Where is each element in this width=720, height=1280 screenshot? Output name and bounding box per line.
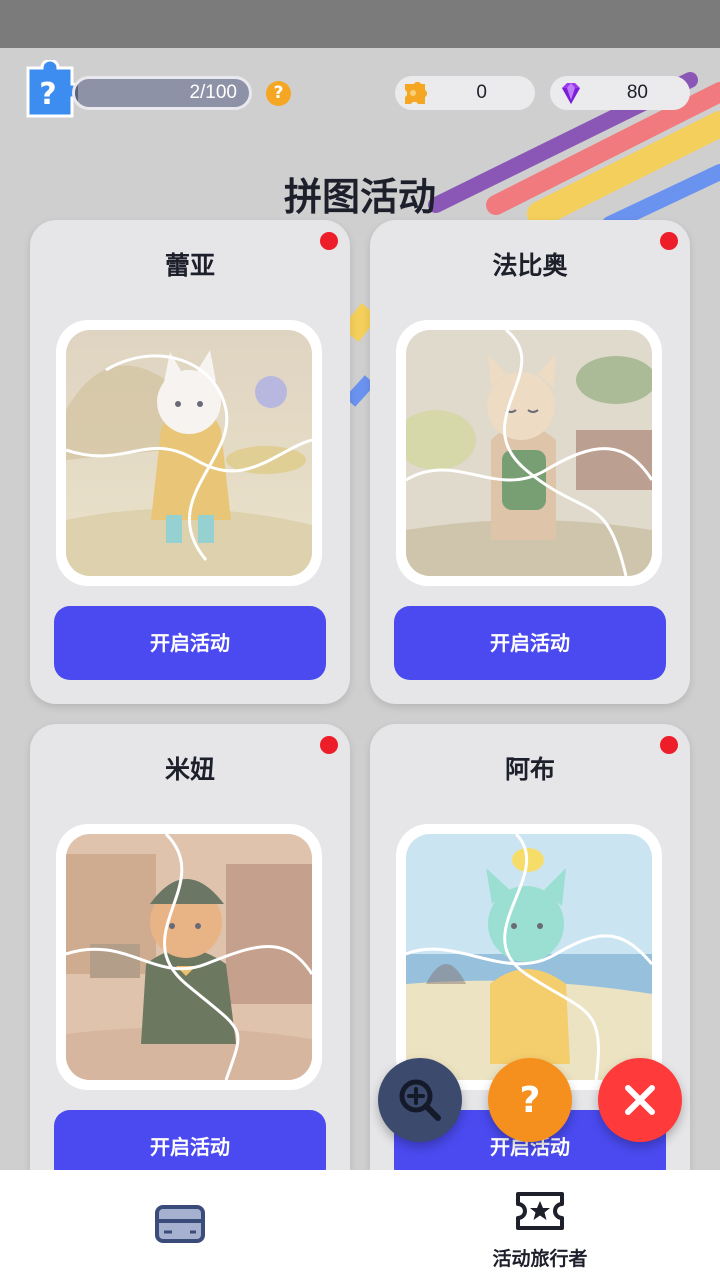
zoom-button[interactable] bbox=[378, 1058, 462, 1142]
progress-fill bbox=[75, 79, 79, 107]
help-button[interactable]: ? bbox=[488, 1058, 572, 1142]
zoom-in-icon bbox=[399, 1079, 441, 1121]
event-card[interactable]: 米妞 开启活动 bbox=[30, 724, 350, 1208]
card-title: 蕾亚 bbox=[164, 251, 215, 280]
close-button[interactable] bbox=[598, 1058, 682, 1142]
puzzle-image-frame bbox=[396, 824, 662, 1090]
progress-text: 2/100 bbox=[189, 82, 237, 103]
gems-counter: 80 bbox=[550, 76, 690, 110]
puzzle-pieces-counter: 0 bbox=[395, 76, 535, 110]
card-title: 米妞 bbox=[164, 755, 215, 784]
puzzle-help-icon[interactable]: ? bbox=[22, 58, 81, 122]
svg-text:?: ? bbox=[520, 1080, 541, 1121]
puzzle-image bbox=[66, 834, 312, 1080]
progress-help-icon[interactable]: ? bbox=[266, 81, 291, 106]
puzzle-image-frame bbox=[56, 320, 322, 586]
start-event-button[interactable]: 开启活动 bbox=[394, 606, 666, 680]
nav-item-travelers[interactable]: 活动旅行者 bbox=[360, 1170, 720, 1280]
puzzle-progress-bar: 2/100 bbox=[72, 76, 252, 110]
help-icon: ? bbox=[520, 1080, 541, 1121]
page-title: 拼图活动 bbox=[283, 175, 436, 219]
diamond-icon bbox=[562, 83, 580, 104]
event-card[interactable]: 蕾亚 开启活动 bbox=[30, 220, 350, 704]
puzzle-image bbox=[66, 330, 312, 576]
gems-value: 80 bbox=[626, 82, 648, 103]
puzzle-image bbox=[406, 834, 652, 1080]
event-card[interactable]: 法比奥 开启活动 bbox=[370, 220, 690, 704]
bottom-nav: 活动旅行者 bbox=[0, 1170, 720, 1280]
status-bar bbox=[0, 0, 720, 48]
ticket-star-icon bbox=[516, 1192, 564, 1230]
puzzle-pieces-value: 0 bbox=[476, 82, 487, 103]
card-icon bbox=[155, 1205, 205, 1243]
nav-label-travelers: 活动旅行者 bbox=[492, 1248, 588, 1270]
card-title: 阿布 bbox=[504, 755, 555, 784]
svg-text:?: ? bbox=[39, 77, 56, 112]
puzzle-piece-icon bbox=[405, 81, 428, 104]
start-event-button[interactable]: 开启活动 bbox=[54, 606, 326, 680]
nav-item-cards[interactable] bbox=[0, 1170, 360, 1280]
puzzle-image bbox=[406, 330, 652, 576]
close-icon bbox=[625, 1085, 655, 1115]
puzzle-image-frame bbox=[56, 824, 322, 1090]
card-title: 法比奥 bbox=[492, 251, 568, 280]
puzzle-image-frame bbox=[396, 320, 662, 586]
